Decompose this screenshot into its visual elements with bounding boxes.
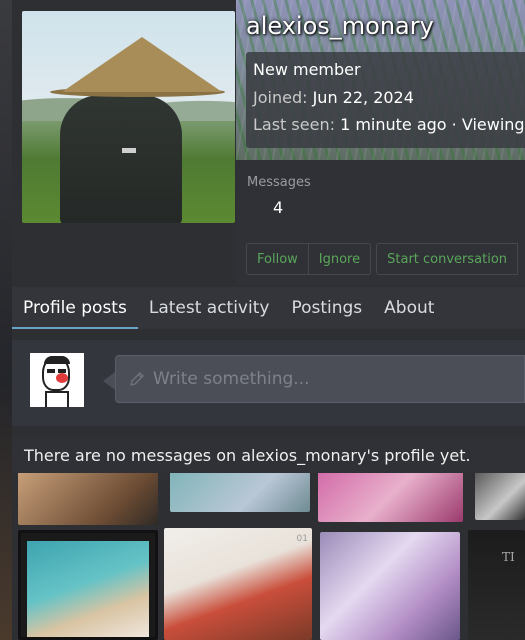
collage-tile-number: 01: [296, 534, 308, 544]
profile-actions: Follow Ignore Start conversation: [246, 243, 519, 275]
last-seen-value[interactable]: 1 minute ago · Viewing: [340, 115, 525, 134]
collage-tile: [475, 470, 525, 520]
collage-tile: [18, 470, 158, 525]
messages-count[interactable]: 4: [273, 198, 283, 217]
background-strip: [0, 0, 12, 640]
joined-line: Joined: Jun 22, 2024: [253, 88, 525, 107]
collage-tile: [18, 530, 158, 640]
tab-profile-posts[interactable]: Profile posts: [12, 287, 138, 329]
profile-info-box: New member Joined: Jun 22, 2024 Last see…: [246, 52, 525, 148]
user-title: New member: [253, 60, 361, 79]
tab-latest-activity[interactable]: Latest activity: [138, 287, 281, 329]
composer-pointer: [103, 372, 115, 390]
start-conversation-button[interactable]: Start conversation: [376, 243, 519, 275]
write-something-input[interactable]: Write something...: [115, 355, 525, 403]
tab-about[interactable]: About: [373, 287, 445, 329]
ignore-button[interactable]: Ignore: [308, 243, 372, 275]
profile-post-composer: Write something...: [12, 340, 525, 426]
collage-tile: 01: [164, 528, 312, 640]
profile-tabs: Profile posts Latest activity Postings A…: [12, 287, 525, 329]
collage-tile: [170, 470, 310, 512]
collage-tile: [318, 470, 463, 522]
last-seen-label: Last seen:: [253, 115, 335, 134]
collage-tile: [320, 532, 460, 640]
collage-tile: TI: [468, 530, 525, 640]
no-messages-notice: There are no messages on alexios_monary'…: [12, 437, 525, 473]
tab-postings[interactable]: Postings: [280, 287, 373, 329]
profile-username: alexios_monary: [246, 12, 434, 40]
collage-tile-text: TI: [502, 550, 515, 564]
follow-button[interactable]: Follow: [246, 243, 309, 275]
write-something-placeholder: Write something...: [153, 369, 310, 389]
pencil-icon: [130, 372, 144, 386]
last-seen-line: Last seen: 1 minute ago · Viewing: [253, 115, 525, 134]
joined-date: Jun 22, 2024: [312, 88, 414, 107]
messages-label: Messages: [247, 175, 311, 190]
profile-avatar[interactable]: [22, 11, 235, 223]
current-user-avatar[interactable]: [30, 353, 84, 407]
joined-label: Joined:: [253, 88, 308, 107]
